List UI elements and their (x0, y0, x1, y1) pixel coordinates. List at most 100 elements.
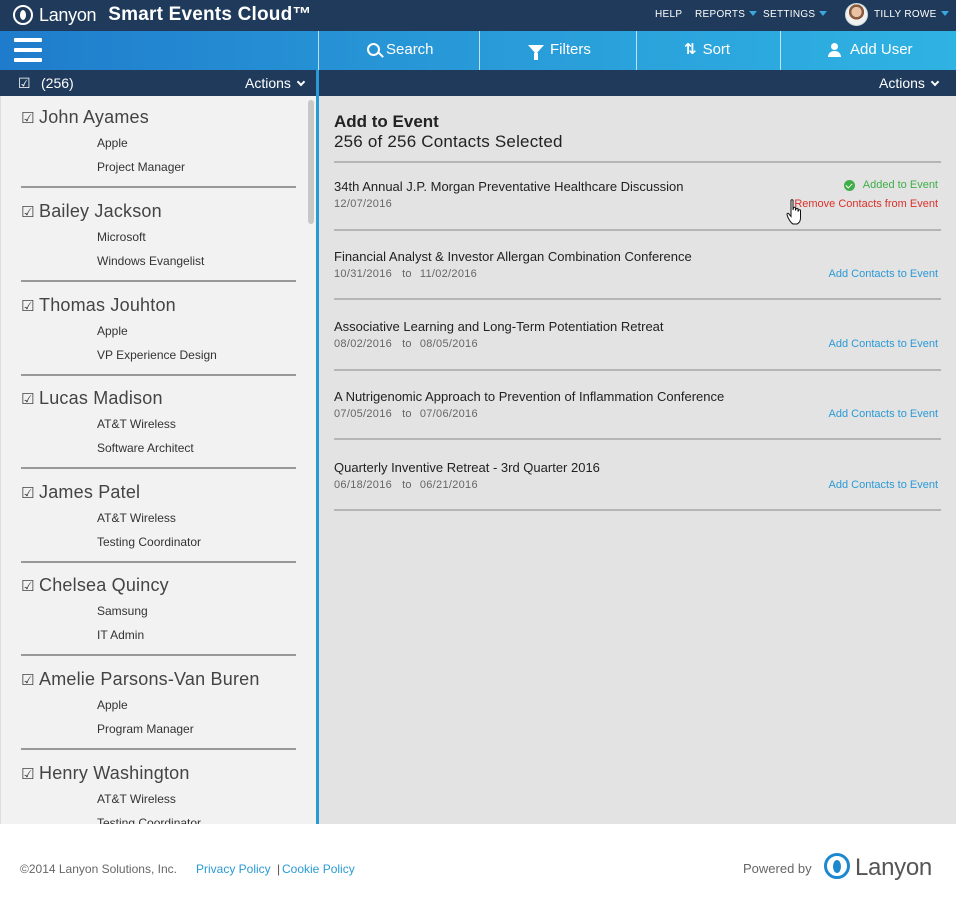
divider (21, 280, 296, 282)
contact-checkbox[interactable]: ☑ (21, 109, 34, 127)
contacts-actions-menu[interactable]: Actions (245, 75, 306, 91)
user-icon (828, 42, 844, 57)
divider (21, 748, 296, 750)
contact-checkbox[interactable]: ☑ (21, 390, 34, 408)
footer-separator: | (277, 862, 281, 876)
contact-checkbox[interactable]: ☑ (21, 484, 34, 502)
add-user-label: Add User (850, 41, 913, 58)
contact-checkbox[interactable]: ☑ (21, 765, 34, 783)
copyright: ©2014 Lanyon Solutions, Inc. (20, 862, 177, 876)
contact-title: Project Manager (97, 160, 186, 174)
event-start-date: 10/31/2016 (334, 268, 393, 280)
hand-cursor-icon (786, 199, 801, 225)
contact-checkbox[interactable]: ☑ (21, 577, 34, 595)
footer-brand: Lanyon (855, 854, 932, 881)
panel-actions-menu[interactable]: Actions (879, 75, 940, 91)
brand-name: Lanyon (39, 4, 97, 25)
top-bar: Lanyon Smart Events Cloud™ HELP REPORTS … (0, 0, 956, 31)
nav-help[interactable]: HELP (655, 9, 682, 20)
menu-icon[interactable] (14, 38, 42, 62)
event-row: Quarterly Inventive Retreat - 3rd Quarte… (334, 460, 941, 528)
contact-item[interactable]: ☑ James Patel AT&T Wireless Testing Coor… (21, 471, 296, 565)
filters-button[interactable]: Filters (528, 41, 591, 60)
contact-list[interactable]: ☑ John Ayames Apple Project Manager ☑ Ba… (0, 96, 316, 824)
add-to-event-panel: Add to Event 256 of 256 Contacts Selecte… (319, 96, 956, 824)
contact-item[interactable]: ☑ Amelie Parsons-Van Buren Apple Program… (21, 658, 296, 752)
avatar[interactable] (845, 3, 868, 26)
select-all-checkbox[interactable]: ☑ (18, 75, 31, 92)
search-label: Search (386, 41, 434, 58)
search-button[interactable]: Search (367, 41, 434, 58)
date-separator: to (402, 338, 412, 350)
toolbar-divider (636, 31, 637, 70)
chevron-down-icon (930, 77, 940, 86)
contact-company: Apple (97, 136, 128, 150)
contact-title: VP Experience Design (97, 348, 217, 362)
event-name: 34th Annual J.P. Morgan Preventative Hea… (334, 179, 684, 194)
nav-reports[interactable]: REPORTS (695, 9, 758, 20)
add-contacts-link[interactable]: Add Contacts to Event (829, 479, 938, 491)
contact-title: Windows Evangelist (97, 254, 205, 268)
actions-label: Actions (879, 75, 925, 91)
remove-contacts-link[interactable]: Remove Contacts from Event (794, 198, 938, 210)
event-date: 06/18/2016 to 06/21/2016 (334, 479, 478, 491)
scrollbar[interactable] (308, 100, 314, 224)
add-contacts-link[interactable]: Add Contacts to Event (829, 408, 938, 420)
nav-help-label: HELP (655, 9, 683, 20)
sort-button[interactable]: ⇅ Sort (684, 41, 730, 58)
filters-label: Filters (550, 41, 591, 58)
event-row: Associative Learning and Long-Term Poten… (334, 319, 941, 387)
add-user-button[interactable]: Add User (828, 41, 913, 58)
add-contacts-link[interactable]: Add Contacts to Event (829, 268, 938, 280)
divider (21, 561, 296, 563)
contact-checkbox[interactable]: ☑ (21, 297, 34, 315)
event-row: A Nutrigenomic Approach to Prevention of… (334, 389, 941, 457)
check-circle-icon (843, 179, 855, 191)
contact-company: Apple (97, 324, 128, 338)
contact-item[interactable]: ☑ Lucas Madison AT&T Wireless Software A… (21, 377, 296, 471)
divider (334, 509, 941, 511)
actions-label: Actions (245, 75, 291, 91)
brand[interactable]: Lanyon Smart Events Cloud™ (13, 4, 312, 26)
contact-name: James Patel (39, 482, 141, 502)
event-row: 34th Annual J.P. Morgan Preventative Hea… (334, 179, 941, 247)
date-separator: to (402, 408, 412, 420)
divider (21, 186, 296, 188)
nav-reports-label: REPORTS (695, 9, 746, 20)
contact-item[interactable]: ☑ Thomas Jouhton Apple VP Experience Des… (21, 284, 296, 378)
contact-item[interactable]: ☑ Henry Washington AT&T Wireless Testing… (21, 752, 296, 824)
contact-name: Chelsea Quincy (39, 575, 169, 595)
contact-checkbox[interactable]: ☑ (21, 671, 34, 689)
nav-user-menu[interactable]: TILLY ROWE (874, 9, 949, 20)
powered-by-label: Powered by (743, 861, 812, 876)
toolbar-divider (780, 31, 781, 70)
contact-item[interactable]: ☑ Bailey Jackson Microsoft Windows Evang… (21, 190, 296, 284)
event-name: A Nutrigenomic Approach to Prevention of… (334, 389, 725, 404)
event-name: Quarterly Inventive Retreat - 3rd Quarte… (334, 460, 600, 475)
filter-icon (528, 45, 544, 60)
lanyon-logo-icon (824, 853, 850, 879)
divider (334, 229, 941, 231)
selected-count: (256) (41, 75, 74, 91)
footer: ©2014 Lanyon Solutions, Inc. Privacy Pol… (0, 824, 956, 911)
add-contacts-link[interactable]: Add Contacts to Event (829, 338, 938, 350)
contact-item[interactable]: ☑ Chelsea Quincy Samsung IT Admin (21, 564, 296, 658)
event-name: Financial Analyst & Investor Allergan Co… (334, 249, 692, 264)
contact-company: Samsung (97, 604, 148, 618)
contact-checkbox[interactable]: ☑ (21, 203, 34, 221)
event-end-date: 11/02/2016 (419, 268, 478, 280)
cookie-policy-link[interactable]: Cookie Policy (282, 862, 355, 876)
user-name: TILLY ROWE (874, 9, 937, 20)
contact-item[interactable]: ☑ John Ayames Apple Project Manager (21, 96, 296, 190)
event-date: 07/05/2016 to 07/06/2016 (334, 408, 478, 420)
nav-settings[interactable]: SETTINGS (763, 9, 828, 20)
divider (21, 374, 296, 376)
selection-summary: 256 of 256 Contacts Selected (334, 132, 563, 151)
contact-title: Testing Coordinator (97, 816, 202, 824)
contact-name: Thomas Jouhton (39, 295, 176, 315)
contact-company: AT&T Wireless (97, 417, 176, 431)
privacy-policy-link[interactable]: Privacy Policy (196, 862, 271, 876)
event-name: Associative Learning and Long-Term Poten… (334, 319, 664, 334)
sort-icon: ⇅ (684, 41, 697, 58)
contact-company: Microsoft (97, 230, 146, 244)
